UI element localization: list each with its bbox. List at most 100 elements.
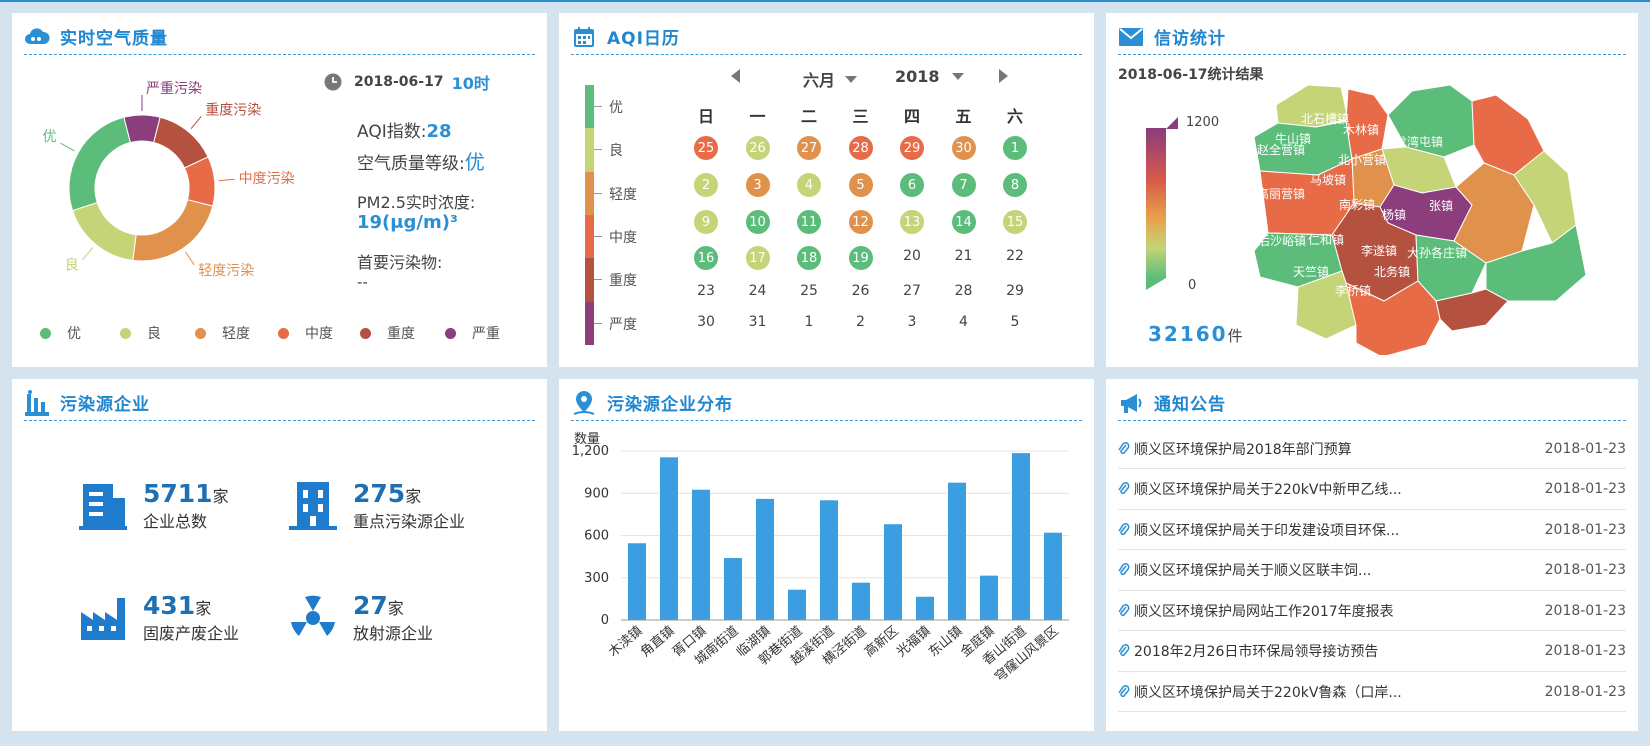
calendar-day[interactable]: 2 (846, 314, 876, 334)
calendar-day-colored[interactable]: 5 (848, 173, 873, 197)
notice-item[interactable]: 顺义区环境保护局关于印发建设项目环保... 2018-01-23 (1118, 510, 1626, 550)
calendar-day-colored[interactable]: 6 (900, 173, 924, 197)
legend-item-zhongdu2[interactable]: 重度 (360, 323, 415, 343)
calendar-day-colored[interactable]: 1 (1003, 136, 1027, 160)
notice-item[interactable]: 顺义区环境保护局网站工作2017年度报表 2018-01-23 (1118, 591, 1626, 631)
notice-date: 2018-01-23 (1544, 521, 1626, 538)
donut-slice[interactable] (132, 199, 214, 262)
stat-total-enterprises[interactable]: 5711家 企业总数 (77, 479, 229, 532)
calendar-day-colored[interactable]: 2 (694, 173, 718, 197)
calendar-day-colored[interactable]: 15 (1003, 210, 1027, 234)
calendar-day-colored[interactable]: 26 (745, 136, 770, 160)
calendar-day[interactable]: 27 (897, 283, 927, 303)
notice-item[interactable]: 顺义区环境保护局2018年部门预算 2018-01-23 (1118, 429, 1626, 469)
next-month-icon[interactable] (999, 69, 1008, 83)
legend-item-you[interactable]: 优 (40, 323, 81, 343)
legend-item-qingdu[interactable]: 轻度 (195, 323, 250, 343)
notice-text[interactable]: 2018年2月26日市环保局领导接访预告 (1134, 641, 1545, 661)
calendar-day-colored[interactable]: 30 (951, 136, 976, 160)
donut-slice[interactable] (71, 201, 137, 261)
legend-dot (195, 327, 206, 339)
calendar-day-colored[interactable]: 12 (848, 210, 873, 234)
calendar-day[interactable]: 22 (1000, 248, 1030, 268)
map-town-label: 北务镇 (1374, 265, 1411, 279)
calendar-day-colored[interactable]: 10 (745, 210, 770, 234)
notice-text[interactable]: 顺义区环境保护局网站工作2017年度报表 (1134, 601, 1545, 621)
calendar-day-colored[interactable]: 18 (797, 246, 821, 270)
calendar-day-colored[interactable]: 7 (951, 173, 976, 197)
bar[interactable] (852, 582, 870, 620)
calendar-day-colored[interactable]: 28 (848, 136, 873, 160)
calendar-day-colored[interactable]: 3 (745, 173, 770, 197)
bar[interactable] (724, 558, 742, 620)
calendar-day[interactable]: 30 (691, 314, 721, 334)
notice-text[interactable]: 顺义区环境保护局关于220kV中新甲乙线... (1134, 479, 1545, 499)
calendar-day-colored[interactable]: 29 (900, 136, 924, 160)
x-tick-label: 角直镇 (638, 624, 678, 661)
calendar-day[interactable]: 29 (1000, 283, 1030, 303)
calendar-day[interactable]: 4 (949, 314, 979, 334)
notice-text[interactable]: 顺义区环境保护局关于顺义区联丰饲... (1134, 560, 1545, 580)
legend-item-liang[interactable]: 良 (120, 323, 161, 343)
calendar-day[interactable]: 23 (691, 283, 721, 303)
notice-item[interactable]: 顺义区环境保护局关于220kV中新甲乙线... 2018-01-23 (1118, 470, 1626, 510)
legend-item-yanzhong[interactable]: 严重 (445, 323, 500, 343)
bar[interactable] (948, 482, 966, 620)
calendar-day[interactable]: 21 (949, 248, 979, 268)
bar[interactable] (1044, 532, 1062, 620)
stat-radiation[interactable]: 27家 放射源企业 (287, 591, 433, 644)
calendar-day-colored[interactable]: 13 (900, 210, 924, 234)
bar[interactable] (980, 575, 998, 620)
bar[interactable] (788, 589, 806, 620)
calendar-day-colored[interactable]: 19 (848, 246, 873, 270)
y-tick-label: 1,200 (572, 444, 609, 459)
notice-item[interactable]: 2018年2月26日市环保局领导接访预告 2018-01-23 (1118, 632, 1626, 672)
bar[interactable] (628, 543, 646, 620)
calendar-day-colored[interactable]: 11 (797, 210, 821, 234)
calendar-day-colored[interactable]: 17 (745, 246, 770, 270)
calendar-day-colored[interactable]: 4 (797, 173, 821, 197)
bar[interactable] (884, 524, 902, 620)
year-select[interactable]: 2018 (895, 67, 964, 86)
gradient-max-marker[interactable] (1166, 117, 1178, 129)
notice-text[interactable]: 顺义区环境保护局2018年部门预算 (1134, 439, 1545, 459)
month-select[interactable]: 六月 (803, 67, 858, 91)
map-town-label: 木林镇 (1343, 123, 1380, 137)
calendar-day[interactable]: 24 (743, 283, 773, 303)
donut-slice[interactable] (68, 116, 131, 212)
calendar-day-colored[interactable]: 27 (797, 136, 821, 160)
legend-item-zhongdu[interactable]: 中度 (278, 323, 333, 343)
calendar-day-colored[interactable]: 14 (951, 210, 976, 234)
calendar-day[interactable]: 5 (1000, 314, 1030, 334)
notice-item[interactable]: 顺义区环境保护局关于220kV鲁森（口岸... 2018-01-23 (1118, 672, 1626, 712)
stat-solid-waste[interactable]: 431家 固废产废企业 (77, 591, 239, 644)
bar[interactable] (1012, 453, 1030, 620)
bar[interactable] (756, 498, 774, 620)
bar[interactable] (660, 457, 678, 620)
stat-key-polluters[interactable]: 275家 重点污染源企业 (287, 479, 465, 532)
scale-tick (594, 322, 602, 324)
enterprise-header: 污染源企业 (24, 385, 535, 421)
prev-month-icon[interactable] (731, 69, 740, 83)
bar[interactable] (916, 596, 934, 620)
bar[interactable] (820, 500, 838, 620)
calendar-day-colored[interactable]: 8 (1003, 173, 1027, 197)
notice-text[interactable]: 顺义区环境保护局关于220kV鲁森（口岸... (1134, 682, 1545, 702)
notice-panel: 通知公告 顺义区环境保护局2018年部门预算 2018-01-23 顺义区环境保护局… (1106, 379, 1638, 731)
notice-text[interactable]: 顺义区环境保护局关于印发建设项目环保... (1134, 520, 1545, 540)
bar[interactable] (692, 489, 710, 620)
notice-item[interactable]: 顺义区环境保护局关于顺义区联丰饲... 2018-01-23 (1118, 551, 1626, 591)
gradient-min-marker[interactable] (1146, 278, 1166, 290)
calendar-day-colored[interactable]: 16 (694, 246, 718, 270)
calendar-day-colored[interactable]: 9 (694, 210, 718, 234)
calendar-day[interactable]: 28 (949, 283, 979, 303)
calendar-day[interactable]: 26 (846, 283, 876, 303)
notice-header: 通知公告 (1118, 385, 1626, 421)
calendar-day[interactable]: 1 (794, 314, 824, 334)
calendar-day[interactable]: 20 (897, 248, 927, 268)
stat-value: 275 (353, 479, 406, 508)
calendar-day[interactable]: 31 (743, 314, 773, 334)
calendar-day[interactable]: 25 (794, 283, 824, 303)
calendar-day[interactable]: 3 (897, 314, 927, 334)
calendar-day-colored[interactable]: 25 (694, 136, 718, 160)
